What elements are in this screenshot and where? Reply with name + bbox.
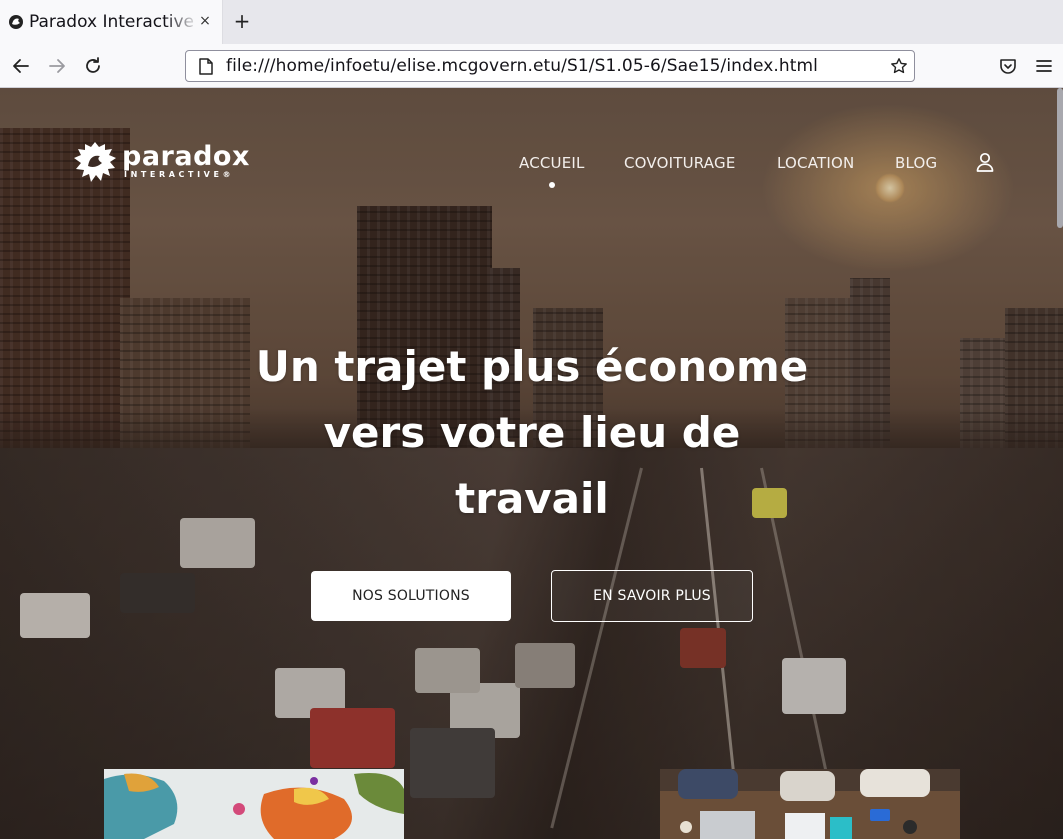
new-tab-button[interactable]: + (231, 9, 253, 33)
hero-title-line: vers votre lieu de (323, 408, 741, 457)
office-desk-image (660, 769, 960, 839)
world-map-image (104, 769, 404, 839)
hero-title: Un trajet plus économe vers votre lieu d… (232, 334, 832, 532)
menu-icon[interactable] (1033, 55, 1055, 77)
en-savoir-plus-button[interactable]: EN SAVOIR PLUS (551, 570, 753, 622)
reload-icon[interactable] (82, 55, 104, 77)
card-image-map[interactable] (104, 769, 404, 839)
page-scrollbar[interactable] (1057, 88, 1063, 839)
back-icon[interactable] (10, 55, 32, 77)
scrollbar-thumb[interactable] (1057, 88, 1063, 228)
url-text: file:///home/infoetu/elise.mcgovern.etu/… (226, 56, 818, 76)
menu-item-location[interactable]: LOCATION (777, 154, 854, 172)
forward-icon[interactable] (46, 55, 68, 77)
navigation-toolbar: file:///home/infoetu/elise.mcgovern.etu/… (0, 44, 1063, 88)
hero-section: paradox INTERACTIVE® ACCUEIL COVOITURAGE… (0, 88, 1063, 839)
url-bar[interactable]: file:///home/infoetu/elise.mcgovern.etu/… (185, 50, 915, 82)
tab-title: Paradox Interactive (29, 12, 195, 32)
page-icon (198, 57, 214, 75)
menu-item-blog[interactable]: BLOG (895, 154, 937, 172)
tab-close-icon[interactable]: × (196, 12, 214, 30)
page-viewport: paradox INTERACTIVE® ACCUEIL COVOITURAGE… (0, 88, 1063, 839)
menu-item-covoiturage[interactable]: COVOITURAGE (624, 154, 736, 172)
menu-item-accueil[interactable]: ACCUEIL (519, 154, 585, 172)
main-menu: ACCUEIL COVOITURAGE LOCATION BLOG (0, 154, 1063, 178)
user-account-icon[interactable] (976, 152, 994, 172)
browser-tab[interactable]: Paradox Interactive × (0, 0, 222, 44)
nos-solutions-button[interactable]: NOS SOLUTIONS (311, 571, 511, 621)
star-icon[interactable] (890, 57, 908, 75)
paradox-favicon-icon (8, 14, 24, 30)
pocket-icon[interactable] (997, 55, 1019, 77)
tab-strip: Paradox Interactive × + (0, 0, 1063, 44)
card-image-office[interactable] (660, 769, 960, 839)
hero-title-line: Un trajet plus économe (255, 342, 809, 391)
menu-active-indicator (549, 182, 555, 188)
hero-title-line: travail (455, 474, 609, 523)
